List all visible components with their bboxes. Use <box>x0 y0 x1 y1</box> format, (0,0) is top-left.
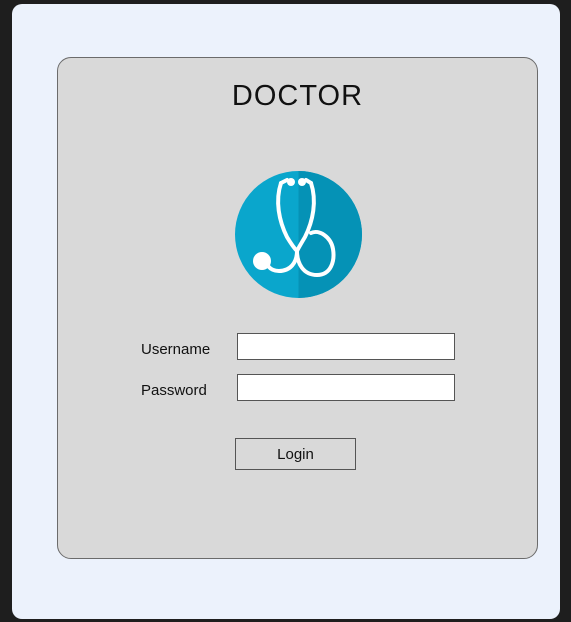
stethoscope-icon <box>235 171 362 298</box>
password-label: Password <box>141 382 207 399</box>
password-input[interactable] <box>237 374 455 401</box>
page-title: DOCTOR <box>231 80 364 112</box>
username-label: Username <box>141 341 211 358</box>
login-card: DOCTOR Username Password Login <box>57 57 538 559</box>
username-input[interactable] <box>237 333 455 360</box>
login-button[interactable]: Login <box>235 438 356 470</box>
page-frame: DOCTOR Username Password Login <box>12 4 560 619</box>
